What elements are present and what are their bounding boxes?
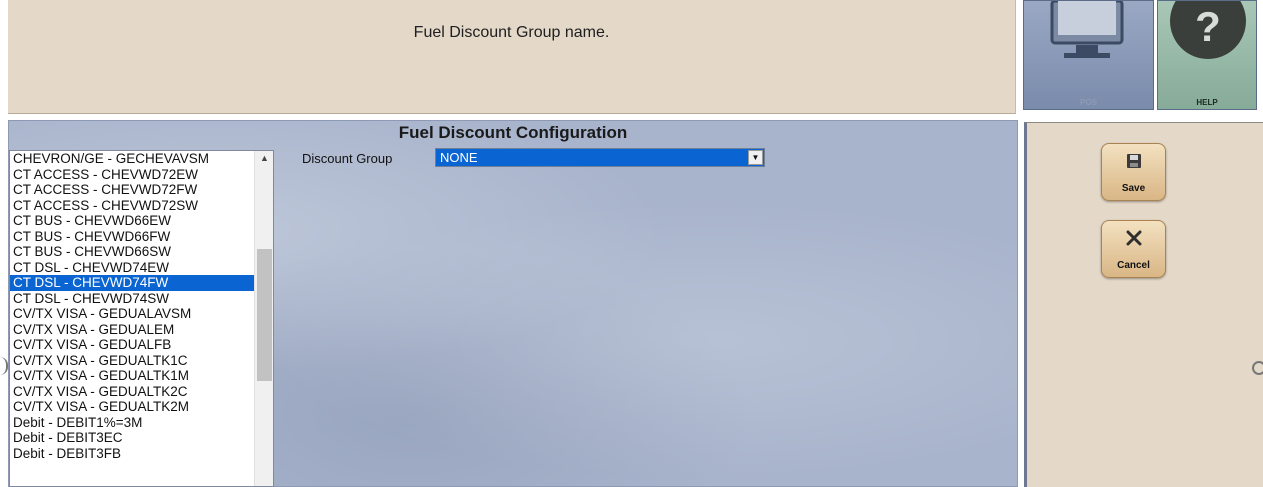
circle-icon — [1252, 361, 1263, 375]
list-item[interactable]: CV/TX VISA - GEDUALTK1C — [10, 353, 255, 369]
list-item[interactable]: CT ACCESS - CHEVWD72EW — [10, 167, 255, 183]
list-item[interactable]: CV/TX VISA - GEDUALFB — [10, 337, 255, 353]
list-item[interactable]: CT BUS - CHEVWD66EW — [10, 213, 255, 229]
list-item[interactable]: CV/TX VISA - GEDUALAVSM — [10, 306, 255, 322]
list-item[interactable]: CT DSL - CHEVWD74EW — [10, 260, 255, 276]
list-item[interactable]: CT ACCESS - CHEVWD72SW — [10, 198, 255, 214]
list-item[interactable]: CT DSL - CHEVWD74FW — [10, 275, 255, 291]
list-item[interactable]: CT BUS - CHEVWD66SW — [10, 244, 255, 260]
list-item[interactable]: Debit - DEBIT3EC — [10, 430, 255, 446]
monitor-icon — [1050, 1, 1124, 58]
list-item[interactable]: CV/TX VISA - GEDUALEM — [10, 322, 255, 338]
list-item[interactable]: CV/TX VISA - GEDUALTK1M — [10, 368, 255, 384]
save-label: Save — [1121, 183, 1146, 194]
discount-group-value: NONE — [440, 150, 478, 165]
pos-tile[interactable]: POS — [1023, 0, 1154, 110]
list-item[interactable]: CV/TX VISA - GEDUALTK2M — [10, 399, 255, 415]
save-button[interactable]: Save — [1101, 143, 1166, 201]
discount-list[interactable]: CHEVRON/GE - GECHEVAVSM CT ACCESS - CHEVW… — [9, 150, 274, 487]
list-item[interactable]: CT DSL - CHEVWD74SW — [10, 291, 255, 307]
pos-label: POS — [1080, 98, 1097, 107]
cancel-button[interactable]: Cancel — [1101, 220, 1166, 278]
help-icon: ? — [1170, 1, 1246, 59]
chevron-down-icon[interactable]: ▼ — [748, 150, 763, 165]
list-item[interactable]: Debit - DEBIT3FB — [10, 446, 255, 462]
svg-text:?: ? — [1195, 3, 1221, 50]
info-bar: Fuel Discount Group name. — [8, 0, 1016, 114]
list-item[interactable]: Debit - DEBIT1%=3M — [10, 415, 255, 431]
cancel-icon — [1102, 227, 1165, 251]
left-edge-icon — [0, 357, 8, 375]
list-item[interactable]: CT BUS - CHEVWD66FW — [10, 229, 255, 245]
scroll-thumb[interactable] — [257, 249, 272, 381]
panel-title: Fuel Discount Configuration — [398, 123, 628, 142]
discount-group-select[interactable]: NONE ▼ — [435, 148, 765, 167]
save-icon — [1102, 150, 1165, 174]
cancel-label: Cancel — [1117, 260, 1150, 271]
list-item[interactable]: CV/TX VISA - GEDUALTK2C — [10, 384, 255, 400]
list-item[interactable]: CHEVRON/GE - GECHEVAVSM — [10, 151, 255, 167]
list-scrollbar[interactable]: ▲ — [254, 151, 273, 486]
list-item[interactable]: CT ACCESS - CHEVWD72FW — [10, 182, 255, 198]
discount-group-label: Discount Group — [302, 151, 393, 166]
help-label: HELP — [1196, 98, 1218, 107]
scroll-up-icon[interactable]: ▲ — [255, 151, 273, 165]
list-items: CHEVRON/GE - GECHEVAVSM CT ACCESS - CHEVW… — [10, 151, 255, 461]
info-text: Fuel Discount Group name. — [413, 24, 610, 41]
help-tile[interactable]: ? HELP — [1157, 0, 1257, 110]
